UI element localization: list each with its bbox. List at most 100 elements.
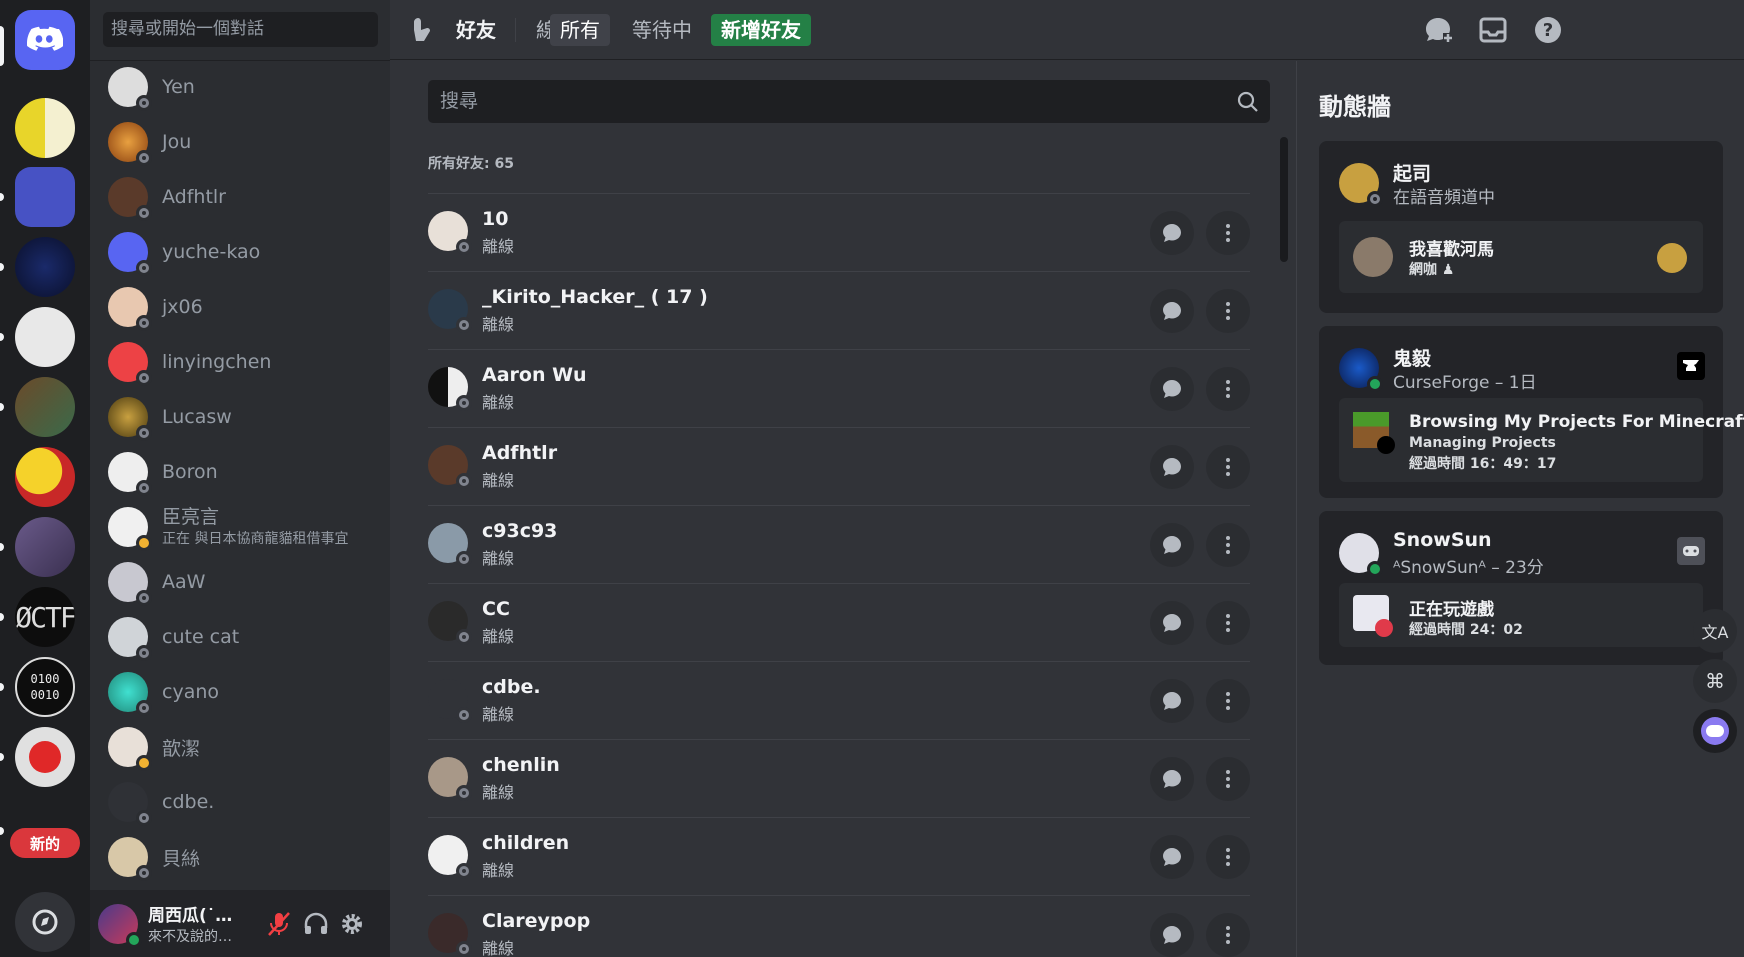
friend-row[interactable]: children 離線 [428, 817, 1250, 895]
voice-channel-box[interactable]: 我喜歡河馬 網咖 ♟ [1339, 221, 1703, 293]
dm-item[interactable]: cute cat [108, 613, 378, 661]
friend-row[interactable]: Aaron Wu 離線 [428, 349, 1250, 427]
discord-app: ØCTF 0100 0010 新的 搜尋或開始一個對話 Yen Jou Adfh… [0, 0, 1744, 957]
friend-row[interactable]: CC 離線 [428, 583, 1250, 661]
gamepad-icon [1677, 537, 1705, 565]
add-friend-button[interactable]: 新增好友 [711, 14, 811, 46]
dm-item[interactable]: AaW [108, 558, 378, 606]
friend-row[interactable]: _Kirito_Hacker_ ( 17 ) 離線 [428, 271, 1250, 349]
dm-item[interactable]: 貝絲 [108, 833, 378, 881]
friend-row[interactable]: Adfhtlr 離線 [428, 427, 1250, 505]
server-icon-3[interactable] [15, 237, 75, 297]
activity-user-name: 鬼毅 [1393, 348, 1432, 370]
voice-server-name: 網咖 ♟ [1409, 262, 1455, 278]
more-options-button[interactable] [1206, 289, 1250, 333]
user-info[interactable]: 周西瓜(˙… 來不及說的… [138, 901, 232, 946]
explore-servers-button[interactable] [15, 892, 75, 952]
activity-subtitle: 在語音頻道中 [1393, 188, 1495, 208]
avatar [108, 837, 152, 881]
mute-microphone-icon[interactable] [265, 910, 293, 938]
command-button[interactable]: ⌘ [1693, 659, 1737, 703]
friend-row[interactable]: Clareypop 離線 [428, 895, 1250, 957]
message-button[interactable] [1150, 601, 1194, 645]
help-icon[interactable]: ? [1532, 14, 1564, 46]
avatar [1353, 237, 1393, 277]
message-button[interactable] [1150, 445, 1194, 489]
scrollbar-thumb[interactable] [1280, 137, 1288, 262]
activity-card[interactable]: SnowSun ᴬSnowSunᴬ – 23分 正在玩遊戲 經過時間 24：02 [1319, 511, 1723, 665]
server-icon-2[interactable] [15, 167, 75, 227]
avatar [108, 342, 152, 386]
server-icon-octf[interactable]: ØCTF [15, 587, 75, 647]
activity-card[interactable]: 鬼毅 CurseForge – 1日 Browsing My Projects … [1319, 326, 1744, 498]
friend-name: Clareypop [482, 910, 591, 932]
game-box[interactable]: 正在玩遊戲 經過時間 24：02 [1339, 583, 1703, 647]
friend-status: 離線 [482, 237, 515, 256]
new-badge[interactable]: 新的 [10, 828, 80, 858]
dm-item[interactable]: jx06 [108, 283, 378, 331]
friend-row[interactable]: chenlin 離線 [428, 739, 1250, 817]
server-icon-binary[interactable]: 0100 0010 [15, 657, 75, 717]
avatar [108, 452, 152, 496]
activity-card[interactable]: 起司 在語音頻道中 我喜歡河馬 網咖 ♟ [1319, 141, 1723, 313]
message-button[interactable] [1150, 211, 1194, 255]
server-icon-7[interactable] [15, 517, 75, 577]
dm-item[interactable]: 歆潔 [108, 723, 378, 771]
tab-pending[interactable]: 等待中 [622, 14, 702, 46]
discord-logo-icon [27, 26, 63, 51]
message-button[interactable] [1150, 289, 1194, 333]
more-options-button[interactable] [1206, 523, 1250, 567]
inbox-icon[interactable] [1477, 14, 1509, 46]
friend-row[interactable]: cdbe. 離線 [428, 661, 1250, 739]
dm-item[interactable]: yuche-kao [108, 228, 378, 276]
more-options-button[interactable] [1206, 601, 1250, 645]
dm-item[interactable]: Yen [108, 63, 378, 111]
more-options-button[interactable] [1206, 445, 1250, 489]
translate-button[interactable]: 文A [1693, 609, 1737, 653]
friend-name: CC [482, 598, 510, 620]
more-options-button[interactable] [1206, 211, 1250, 255]
dm-item[interactable]: Lucasw [108, 393, 378, 441]
dm-item[interactable]: Adfhtlr [108, 173, 378, 221]
message-button[interactable] [1150, 835, 1194, 879]
server-icon-4[interactable] [15, 307, 75, 367]
message-button[interactable] [1150, 523, 1194, 567]
dm-item[interactable]: 臣亮言 正在 與日本協商龍貓租借事宜 [108, 503, 378, 551]
friends-panel: 搜尋 所有好友: 65 10 離線 _Kirito_Hacker_ ( 17 )… [390, 61, 1295, 957]
activity-user-name: SnowSun [1393, 529, 1492, 551]
user-avatar[interactable] [98, 903, 142, 948]
compass-icon [32, 909, 58, 935]
headphones-icon[interactable] [302, 910, 330, 938]
dm-item[interactable]: cyano [108, 668, 378, 716]
message-button[interactable] [1150, 367, 1194, 411]
new-group-dm-icon[interactable] [1422, 14, 1454, 46]
tab-all[interactable]: 所有 [550, 14, 610, 46]
assistant-button[interactable] [1693, 709, 1737, 753]
server-icon-6[interactable] [15, 447, 75, 507]
friend-row[interactable]: 10 離線 [428, 193, 1250, 271]
rich-presence-box[interactable]: Browsing My Projects For Minecraft Manag… [1339, 398, 1744, 482]
more-options-button[interactable] [1206, 757, 1250, 801]
dm-item[interactable]: cdbe. [108, 778, 378, 826]
server-icon-record[interactable] [15, 727, 75, 787]
message-bubble-icon [1163, 614, 1181, 632]
more-options-button[interactable] [1206, 835, 1250, 879]
server-icon-1[interactable] [15, 98, 75, 158]
dm-item[interactable]: Boron [108, 448, 378, 496]
dm-item[interactable]: linyingchen [108, 338, 378, 386]
more-options-button[interactable] [1206, 367, 1250, 411]
more-options-button[interactable] [1206, 679, 1250, 723]
message-button[interactable] [1150, 913, 1194, 957]
friend-row[interactable]: c93c93 離線 [428, 505, 1250, 583]
dm-search-input[interactable]: 搜尋或開始一個對話 [103, 12, 378, 47]
server-icon-5[interactable] [15, 377, 75, 437]
unread-indicator [0, 543, 4, 551]
message-button[interactable] [1150, 757, 1194, 801]
friend-search-input[interactable]: 搜尋 [428, 80, 1270, 123]
dm-item[interactable]: Jou [108, 118, 378, 166]
settings-gear-icon[interactable] [338, 910, 366, 938]
more-options-button[interactable] [1206, 913, 1250, 957]
message-button[interactable] [1150, 679, 1194, 723]
home-button[interactable] [15, 10, 75, 70]
friends-scrollbar[interactable] [1280, 137, 1288, 957]
